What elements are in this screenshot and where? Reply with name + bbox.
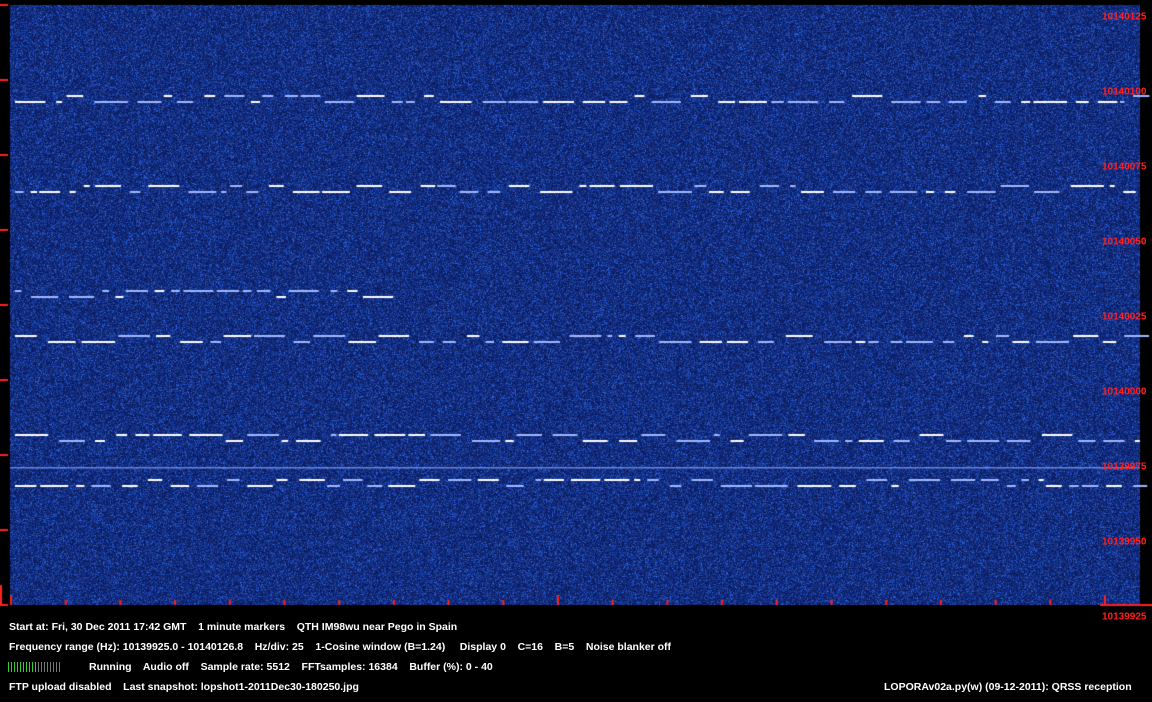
- frequency-info: Frequency range (Hz): 10139925.0 - 10140…: [9, 641, 672, 653]
- start-info: Start at: Fri, 30 Dec 2011 17:42 GMT 1 m…: [9, 621, 458, 633]
- level-bar: [8, 662, 9, 672]
- level-bar: [50, 662, 51, 672]
- y-tick-label: 10140000: [1102, 386, 1147, 398]
- level-bar: [38, 662, 39, 672]
- level-bar: [44, 662, 45, 672]
- version-info: LOPORAv02a.py(w) (09-12-2011): QRSS rece…: [884, 681, 1132, 693]
- level-bar: [14, 662, 15, 672]
- level-bar: [29, 662, 30, 672]
- level-bar: [23, 662, 24, 672]
- y-tick-label: 10139975: [1102, 461, 1147, 473]
- y-tick-label: 10140050: [1102, 236, 1147, 248]
- level-bar: [41, 662, 42, 672]
- level-bar: [56, 662, 57, 672]
- level-bar: [53, 662, 54, 672]
- level-bar: [47, 662, 48, 672]
- y-tick-label: 10140075: [1102, 161, 1147, 173]
- level-bar: [35, 662, 36, 672]
- y-tick-label: 10140100: [1102, 86, 1147, 98]
- y-tick-label: 10139925: [1102, 611, 1147, 623]
- level-bar: [17, 662, 18, 672]
- level-bar: [11, 662, 12, 672]
- y-tick-label: 10140025: [1102, 311, 1147, 323]
- level-bar: [32, 662, 33, 672]
- level-bar: [26, 662, 27, 672]
- level-bar: [59, 662, 60, 672]
- waterfall-spectrogram: [0, 0, 1152, 612]
- level-meter: [8, 662, 60, 672]
- level-bar: [20, 662, 21, 672]
- y-tick-label: 10140125: [1102, 11, 1147, 23]
- y-tick-label: 10139950: [1102, 536, 1147, 548]
- ftp-info: FTP upload disabled Last snapshot: lopsh…: [9, 681, 359, 693]
- run-info: Running Audio off Sample rate: 5512 FFTs…: [89, 661, 493, 673]
